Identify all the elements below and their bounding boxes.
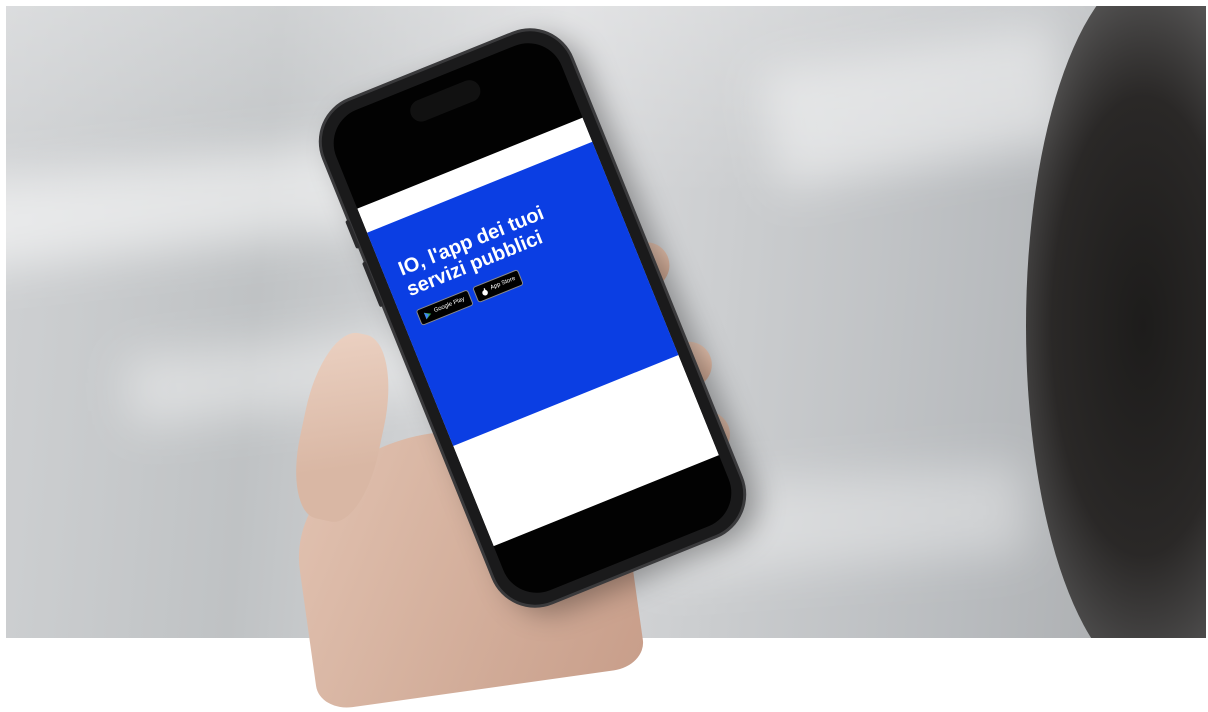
dynamic-island (406, 76, 484, 126)
light-band (757, 20, 1075, 192)
google-play-icon (423, 312, 432, 319)
app-store-text: App Store (489, 275, 517, 292)
apple-icon (481, 287, 488, 296)
google-play-text: Google Play (433, 296, 466, 315)
app-store-badge[interactable]: App Store (471, 268, 525, 304)
